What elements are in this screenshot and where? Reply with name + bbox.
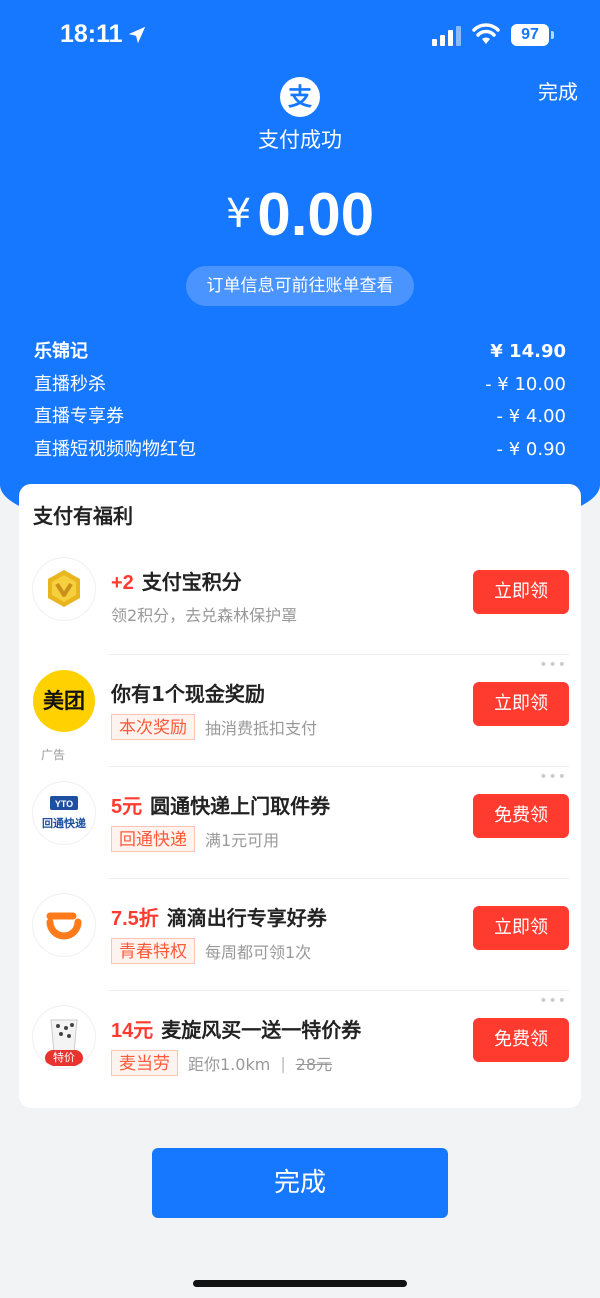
benefit-subtitle: 回通快递 满1元可用 [111, 826, 279, 852]
benefit-item-yto[interactable]: ••• YTO 回通快递 5元 圆通快递上门取件券 回通快递 满1元可用 免费领 [19, 766, 581, 878]
wifi-icon [472, 23, 500, 44]
divider [109, 878, 569, 879]
benefit-item-mcdonalds[interactable]: ••• 特价 14元 麦旋风买一送一特价券 麦当劳 距你1.0km | 28元 免… [19, 990, 581, 1102]
more-options-icon[interactable]: ••• [539, 770, 567, 784]
benefit-tag: 青春特权 [111, 938, 195, 964]
divider [109, 766, 569, 767]
breakdown-label: 直播短视频购物红包 [34, 438, 196, 460]
benefit-title-text: 支付宝积分 [141, 570, 242, 594]
benefit-title-text: 麦旋风买一送一特价券 [161, 1018, 362, 1042]
claim-button[interactable]: 立即领 [473, 570, 569, 614]
benefit-title: 5元 圆通快递上门取件券 [111, 790, 330, 819]
benefit-title-text: 滴滴出行专享好券 [166, 906, 327, 930]
breakdown-row: 直播专享券 - ¥ 4.00 [34, 402, 566, 435]
status-time: 18:11 [60, 20, 123, 48]
amount-value: 0.00 [257, 181, 375, 248]
benefit-highlight: 5元 [111, 796, 143, 818]
claim-button[interactable]: 免费领 [473, 1018, 569, 1062]
currency-symbol: ¥ [225, 191, 252, 237]
benefit-title: 你有1个现金奖励 [111, 682, 265, 706]
finish-button[interactable]: 完成 [152, 1148, 448, 1218]
benefit-tag: 麦当劳 [111, 1050, 178, 1076]
battery-tip [551, 31, 554, 39]
breakdown-value: - ¥ 4.00 [496, 406, 566, 427]
benefit-title: 14元 麦旋风买一送一特价券 [111, 1014, 361, 1043]
breakdown-row: 直播短视频购物红包 - ¥ 0.90 [34, 435, 566, 468]
claim-button[interactable]: 免费领 [473, 794, 569, 838]
distance-text: 距你1.0km [188, 1055, 271, 1074]
benefit-highlight: 7.5折 [111, 908, 159, 930]
payment-amount: ¥0.00 [0, 180, 600, 249]
alipay-logo-icon: 支 [280, 77, 320, 117]
benefit-title: 7.5折 滴滴出行专享好券 [111, 902, 327, 931]
cellular-signal-icon [432, 26, 461, 46]
breakdown-value: ¥ 14.90 [490, 341, 566, 362]
special-price-badge: 特价 [53, 1051, 75, 1064]
home-indicator [193, 1280, 407, 1287]
benefit-sub-text: 满1元可用 [205, 831, 280, 850]
didi-logo [33, 894, 95, 956]
benefit-title-text: 圆通快递上门取件券 [150, 794, 331, 818]
breakdown-label: 直播秒杀 [34, 373, 106, 395]
more-options-icon[interactable]: ••• [539, 994, 567, 1008]
benefit-tag: 回通快递 [111, 826, 195, 852]
more-options-icon[interactable]: ••• [539, 658, 567, 672]
location-arrow-icon [128, 26, 146, 44]
breakdown-label: 乐锦记 [34, 341, 88, 362]
original-price: 28元 [295, 1055, 333, 1074]
benefits-card: 支付有福利 +2 支付宝积分 领2积分，去兑森林保护罩 立即领 ••• 美团 广告… [19, 484, 581, 1108]
benefit-title: +2 支付宝积分 [111, 566, 242, 595]
alipay-points-icon [33, 558, 95, 620]
breakdown-value: - ¥ 10.00 [485, 373, 566, 395]
benefit-subtitle: 本次奖励 抽消费抵扣支付 [111, 714, 317, 740]
separator: | [280, 1053, 286, 1073]
breakdown-value: - ¥ 0.90 [496, 438, 566, 460]
yto-logo-text: 回通快递 [42, 817, 86, 830]
view-bill-hint[interactable]: 订单信息可前往账单查看 [186, 266, 414, 306]
battery-indicator: 97 [511, 24, 549, 46]
status-bar: 18:11 97 [0, 0, 600, 70]
svg-text:YTO: YTO [55, 799, 73, 809]
meituan-logo: 美团 [33, 670, 95, 732]
benefit-item-points[interactable]: +2 支付宝积分 领2积分，去兑森林保护罩 立即领 [19, 542, 581, 654]
claim-button[interactable]: 立即领 [473, 906, 569, 950]
benefit-highlight: 14元 [111, 1020, 154, 1042]
benefit-sub-text: 每周都可领1次 [205, 943, 312, 962]
benefit-item-meituan[interactable]: ••• 美团 广告 你有1个现金奖励 本次奖励 抽消费抵扣支付 立即领 [19, 654, 581, 766]
benefit-subtitle: 领2积分，去兑森林保护罩 [111, 606, 298, 625]
divider [109, 990, 569, 991]
benefit-sub-text: 抽消费抵扣支付 [205, 719, 318, 738]
payment-success-title: 支付成功 [258, 128, 342, 152]
ad-label: 广告 [41, 748, 66, 762]
mcflurry-image: 特价 [33, 1006, 95, 1068]
meituan-logo-text: 美团 [43, 689, 85, 713]
price-breakdown: 乐锦记 ¥ 14.90 直播秒杀 - ¥ 10.00 直播专享券 - ¥ 4.0… [34, 337, 566, 467]
benefit-tag: 本次奖励 [111, 714, 195, 740]
benefits-title: 支付有福利 [33, 504, 133, 528]
benefit-item-didi[interactable]: 7.5折 滴滴出行专享好券 青春特权 每周都可领1次 立即领 [19, 878, 581, 990]
breakdown-row: 乐锦记 ¥ 14.90 [34, 337, 566, 370]
claim-button[interactable]: 立即领 [473, 682, 569, 726]
breakdown-label: 直播专享券 [34, 406, 124, 427]
benefit-subtitle: 青春特权 每周都可领1次 [111, 938, 311, 964]
yto-logo: YTO 回通快递 [33, 782, 95, 844]
divider [109, 654, 569, 655]
benefit-subtitle: 麦当劳 距你1.0km | 28元 [111, 1050, 332, 1076]
benefit-highlight: +2 [111, 572, 134, 594]
breakdown-row: 直播秒杀 - ¥ 10.00 [34, 370, 566, 403]
top-done-button[interactable]: 完成 [538, 76, 578, 105]
